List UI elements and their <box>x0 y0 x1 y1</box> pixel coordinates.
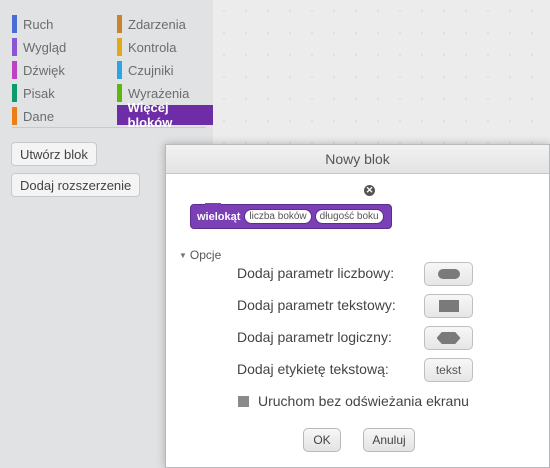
block-notch <box>205 203 221 207</box>
category-label: Wygląd <box>23 39 67 55</box>
category-pisak[interactable]: Pisak <box>12 84 55 102</box>
custom-block-preview[interactable]: wielokąt liczba boków długość boku <box>190 203 392 229</box>
run-without-refresh-row: Uruchom bez odświeżania ekranu <box>238 393 469 409</box>
category-czujniki[interactable]: Czujniki <box>117 61 174 79</box>
category-color-swatch <box>12 61 17 79</box>
category-color-swatch <box>117 61 122 79</box>
category-label: Wyrażenia <box>128 85 190 101</box>
run-without-refresh-label: Uruchom bez odświeżania ekranu <box>258 393 469 409</box>
cancel-button[interactable]: Anuluj <box>363 428 415 452</box>
add-text-label-label: Dodaj etykietę tekstową: <box>237 361 389 377</box>
options-label: Opcje <box>189 248 222 262</box>
add-boolean-param-button[interactable] <box>424 326 473 350</box>
text-param-icon <box>438 300 459 312</box>
triangle-down-icon: ▼ <box>179 250 187 260</box>
category-label: Pisak <box>23 85 55 101</box>
category-label: Więcej bloków <box>127 100 173 130</box>
category-wiecej-blokow[interactable]: Więcej bloków <box>117 100 213 130</box>
run-without-refresh-checkbox[interactable] <box>238 395 249 407</box>
category-color-swatch <box>117 15 122 33</box>
category-ruch[interactable]: Ruch <box>12 15 53 33</box>
category-label: Zdarzenia <box>128 16 186 32</box>
add-number-param-label: Dodaj parametr liczbowy: <box>237 265 395 281</box>
category-zdarzenia[interactable]: Zdarzenia <box>117 15 186 33</box>
block-name[interactable]: wielokąt <box>197 211 240 223</box>
category-dane[interactable]: Dane <box>12 107 54 125</box>
category-label: Kontrola <box>128 39 177 55</box>
add-text-param-button[interactable] <box>424 294 473 318</box>
category-color-swatch <box>117 38 122 56</box>
category-color-swatch <box>12 15 17 33</box>
add-number-param-button[interactable] <box>424 262 473 286</box>
category-label: Dźwięk <box>23 62 65 78</box>
number-param-icon <box>437 269 460 279</box>
add-text-param-label: Dodaj parametr tekstowy: <box>237 297 396 313</box>
boolean-param-icon <box>436 332 461 344</box>
make-block-button[interactable]: Utwórz blok <box>11 142 97 166</box>
ok-button[interactable]: OK <box>303 428 341 452</box>
category-color-swatch <box>117 105 122 125</box>
category-color-swatch <box>117 84 122 102</box>
category-kontrola[interactable]: Kontrola <box>117 38 176 56</box>
block-param-length[interactable]: długość boku <box>314 209 384 224</box>
category-color-swatch <box>12 107 17 125</box>
palette-divider <box>12 127 206 128</box>
category-label: Czujniki <box>128 62 174 78</box>
add-extension-button[interactable]: Dodaj rozszerzenie <box>11 173 141 197</box>
new-block-dialog: Nowy blok ✕ wielokąt liczba boków długoś… <box>165 144 550 468</box>
options-toggle[interactable]: ▼ Opcje <box>179 248 221 262</box>
add-boolean-param-label: Dodaj parametr logiczny: <box>237 329 392 345</box>
block-param-sides[interactable]: liczba boków <box>244 209 312 224</box>
close-icon[interactable]: ✕ <box>364 185 375 196</box>
category-dzwiek[interactable]: Dźwięk <box>12 61 65 79</box>
category-label: Dane <box>23 108 55 124</box>
category-color-swatch <box>12 84 17 102</box>
add-text-label-button[interactable]: tekst <box>424 358 473 382</box>
category-wyglad[interactable]: Wygląd <box>12 38 66 56</box>
category-color-swatch <box>12 38 17 56</box>
dialog-title: Nowy blok <box>166 145 549 174</box>
category-label: Ruch <box>23 16 54 32</box>
